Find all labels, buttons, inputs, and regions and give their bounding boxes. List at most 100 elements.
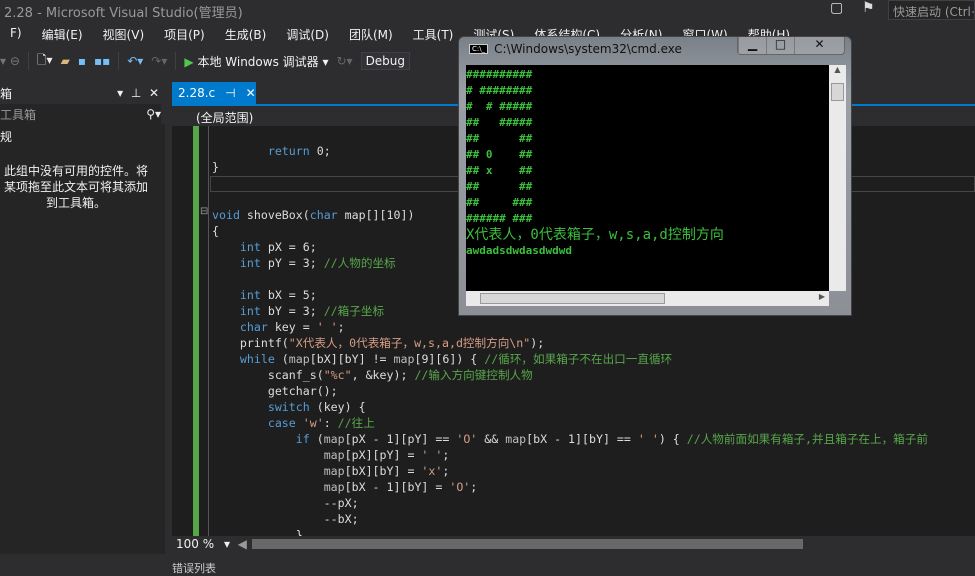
console-line: # ########: [466, 84, 533, 97]
code-token: //往上: [337, 416, 375, 430]
code-token: ;: [442, 448, 450, 462]
code-token: //人物前面如果有箱子,并且箱子在上，箱子前: [686, 432, 928, 446]
start-debug-button[interactable]: ▶ 本地 Windows 调试器 ▾: [184, 53, 328, 70]
code-token: pY = 3;: [260, 256, 324, 270]
window-title: 2.28 - Microsoft Visual Studio(管理员): [4, 6, 243, 21]
toolbox-panel: 箱 ▾ ⊥ ✕ 工具箱 ⚲▾ 规 此组中没有可用的控件。将某项拖至此文本可将其添加到…: [0, 82, 165, 569]
code-token: (key) {: [309, 400, 366, 414]
code-token: [bX][bY] !=: [309, 352, 394, 366]
code-token: (: [274, 352, 289, 366]
code-token: "%c": [323, 368, 352, 382]
code-line: getchar();: [212, 383, 928, 399]
close-button[interactable]: ✕: [794, 37, 844, 54]
code-token: //循环，如果箱子不在出口一直循环: [484, 352, 673, 366]
code-token: , &key);: [351, 368, 415, 382]
new-project-icon[interactable]: 🗋▾: [37, 51, 53, 72]
nav-forward-icon[interactable]: ▾ ⊖: [0, 54, 20, 68]
code-line: map[pX][pY] = ' ';: [212, 447, 928, 463]
splitter[interactable]: [165, 82, 172, 569]
menu-item[interactable]: 编辑(E): [32, 26, 93, 43]
console-line: ## ##: [466, 180, 533, 193]
code-token: pX = 6;: [260, 240, 317, 254]
console-line: # # #####: [466, 100, 533, 113]
menu-item[interactable]: 项目(P): [154, 26, 215, 43]
play-icon: ▶: [184, 54, 194, 69]
dropdown-icon[interactable]: ▾: [117, 86, 123, 100]
pin-icon[interactable]: ⊣: [225, 86, 235, 100]
horizontal-scrollbar[interactable]: [252, 539, 803, 549]
code-line: map[bX - 1][bY] = 'O';: [212, 479, 928, 495]
code-token: map: [323, 432, 345, 446]
open-folder-icon[interactable]: ▰: [61, 54, 70, 68]
run-label: 本地 Windows 调试器: [197, 54, 319, 69]
code-token: map: [323, 480, 345, 494]
redo-icon[interactable]: ↷▾: [151, 54, 167, 68]
console-line: ## ##: [466, 132, 533, 145]
code-token: {: [212, 224, 219, 238]
code-token: --pX;: [212, 496, 359, 510]
minimize-button[interactable]: ▁: [738, 37, 766, 54]
code-token: :: [323, 416, 338, 430]
code-token: 'O': [456, 432, 478, 446]
tab-2-28-c[interactable]: 2.28.c ⊣ ✕: [172, 82, 256, 104]
scroll-thumb[interactable]: [831, 83, 844, 101]
code-token: shoveBox(: [239, 208, 310, 222]
menu-item[interactable]: F): [0, 26, 32, 43]
code-line: printf("X代表人，0代表箱子，w,s,a,d控制方向\n");: [212, 335, 928, 351]
code-token: map: [393, 352, 415, 366]
code-token: ) {: [658, 432, 687, 446]
code-token: [pX][pY] =: [344, 448, 422, 462]
console-input: awdadsdwdasdwdwd: [466, 244, 572, 257]
menu-item[interactable]: 工具(T): [403, 26, 464, 43]
code-token: //人物的坐标: [323, 256, 396, 270]
search-icon[interactable]: ⚲▾: [146, 107, 161, 121]
code-token: getchar();: [212, 384, 338, 398]
bottom-panel-title[interactable]: 错误列表: [172, 560, 216, 576]
horizontal-scrollbar[interactable]: ▶: [466, 291, 829, 306]
code-token: ;: [337, 320, 345, 334]
save-all-icon[interactable]: ▪▪: [94, 54, 110, 68]
code-token: 'O': [449, 480, 471, 494]
code-token: key =: [267, 320, 317, 334]
console-output[interactable]: ########## # ######## # # ##### ## ##### ## …: [466, 65, 829, 291]
code-token: ;: [442, 464, 450, 478]
toolbox-group[interactable]: 规: [0, 126, 165, 147]
pin-icon[interactable]: ⊥: [131, 86, 141, 100]
code-line: --bX;: [212, 511, 928, 527]
refresh-icon[interactable]: ↻▾: [336, 54, 352, 68]
vertical-scrollbar[interactable]: ▲: [829, 65, 846, 291]
feedback-icon[interactable]: ▢: [830, 0, 843, 16]
config-dropdown[interactable]: Debug: [360, 52, 411, 70]
code-token: ;: [470, 480, 478, 494]
separator: [175, 52, 177, 70]
editor-bottom-bar: 100 % ▾ ◀: [172, 536, 975, 552]
close-tab-icon[interactable]: ✕: [246, 86, 256, 100]
code-token: while: [239, 352, 275, 366]
zoom-level[interactable]: 100 %: [172, 537, 224, 551]
notification-flag-icon[interactable]: ⚑: [862, 0, 875, 16]
toolbox-search-input[interactable]: 工具箱: [0, 106, 36, 123]
save-icon[interactable]: ▪: [78, 54, 86, 68]
close-icon[interactable]: ✕: [149, 86, 159, 100]
menu-item[interactable]: 视图(V): [93, 26, 155, 43]
quick-launch-input[interactable]: 快速启动 (Ctrl+Q): [888, 0, 975, 20]
code-token: ' ': [637, 432, 659, 446]
code-line: case 'w': //往上: [212, 415, 928, 431]
menu-item[interactable]: 调试(D): [276, 26, 339, 43]
maximize-button[interactable]: □: [766, 37, 794, 54]
code-token: int: [239, 240, 261, 254]
scroll-thumb[interactable]: [480, 293, 665, 304]
menu-item[interactable]: 生成(B): [215, 26, 277, 43]
code-token: 'w': [302, 416, 324, 430]
cmd-icon: C:\_: [469, 44, 489, 54]
undo-icon[interactable]: ↶▾: [127, 54, 143, 68]
zoom-dropdown-icon[interactable]: ▾: [224, 537, 230, 551]
console-line: ## x ##: [466, 164, 533, 177]
menu-item[interactable]: 团队(M): [339, 26, 403, 43]
scroll-left-icon[interactable]: ◀: [238, 537, 247, 551]
code-token: map: [323, 448, 345, 462]
